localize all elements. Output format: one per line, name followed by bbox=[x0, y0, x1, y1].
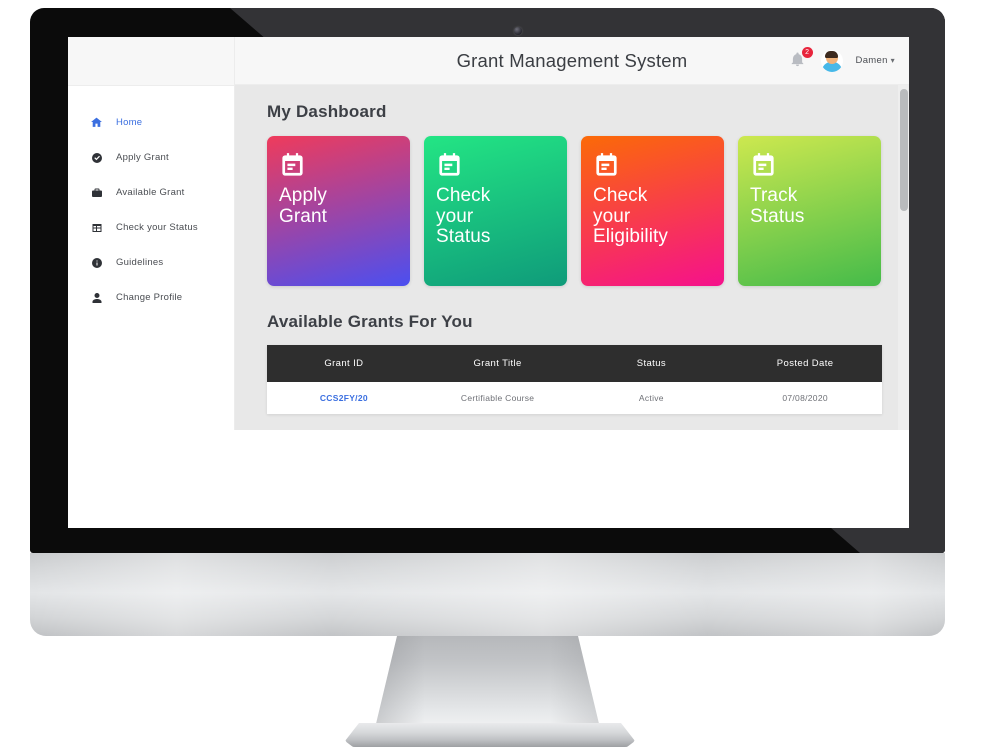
monitor-chin bbox=[30, 553, 945, 636]
table-icon bbox=[88, 222, 105, 234]
topbar: Grant Management System 2 Damen ▾ bbox=[235, 37, 909, 85]
dashboard-heading: My Dashboard bbox=[267, 102, 387, 121]
table-header: Grant ID Grant Title Status Posted Date bbox=[267, 345, 882, 382]
sidebar-item-label: Apply Grant bbox=[116, 152, 169, 163]
sidebar-item-available-grant[interactable]: Available Grant bbox=[68, 182, 234, 203]
sidebar-header bbox=[68, 37, 234, 86]
card-label: Apply Grant bbox=[279, 185, 328, 227]
avatar-hair bbox=[825, 50, 839, 58]
chevron-down-icon: ▾ bbox=[890, 56, 895, 65]
webcam-icon bbox=[514, 27, 522, 35]
card-label: Check your Status bbox=[436, 185, 491, 248]
dashboard-cards: Apply Grant Check your Status Check your… bbox=[267, 136, 887, 286]
cell-status: Active bbox=[574, 382, 729, 414]
sidebar-item-check-your-status[interactable]: Check your Status bbox=[68, 217, 234, 238]
calendar-note-icon bbox=[279, 152, 306, 179]
app-frame: Home Apply Grant Available Grant Check y… bbox=[68, 37, 909, 430]
calendar-note-icon bbox=[593, 152, 620, 179]
column-posted-date: Posted Date bbox=[728, 345, 882, 382]
sidebar-item-label: Home bbox=[116, 117, 143, 128]
sidebar-item-label: Guidelines bbox=[116, 257, 164, 268]
main-column: Grant Management System 2 Damen ▾ My Das… bbox=[235, 37, 909, 430]
user-menu[interactable]: Damen ▾ bbox=[856, 55, 895, 66]
info-circle-icon bbox=[88, 257, 105, 269]
person-icon bbox=[88, 292, 105, 304]
application-window: Home Apply Grant Available Grant Check y… bbox=[68, 37, 909, 528]
screenshot-scene: Home Apply Grant Available Grant Check y… bbox=[0, 0, 1000, 755]
avatar[interactable] bbox=[820, 49, 843, 72]
cell-grant-id[interactable]: CCS2FY/20 bbox=[267, 382, 421, 414]
sidebar-nav: Home Apply Grant Available Grant Check y… bbox=[68, 86, 234, 308]
card-track-status[interactable]: Track Status bbox=[738, 136, 881, 286]
scrollbar-thumb[interactable] bbox=[900, 89, 908, 211]
column-status: Status bbox=[574, 345, 729, 382]
sidebar-item-label: Check your Status bbox=[116, 222, 198, 233]
column-grant-title: Grant Title bbox=[420, 345, 575, 382]
table-row: CCS2FY/20 Certifiable Course Active 07/0… bbox=[267, 382, 882, 414]
card-label: Track Status bbox=[750, 185, 805, 227]
monitor-screen: Home Apply Grant Available Grant Check y… bbox=[68, 37, 909, 528]
table-header-row: Grant ID Grant Title Status Posted Date bbox=[267, 345, 882, 382]
sidebar-item-change-profile[interactable]: Change Profile bbox=[68, 287, 234, 308]
user-name-label: Damen bbox=[855, 55, 888, 66]
cell-posted-date: 07/08/2020 bbox=[728, 382, 882, 414]
home-icon bbox=[88, 116, 105, 129]
sidebar-item-label: Change Profile bbox=[116, 292, 183, 303]
dashboard-content: My Dashboard Apply Grant Check your Stat… bbox=[235, 85, 909, 430]
table-body: CCS2FY/20 Certifiable Course Active 07/0… bbox=[267, 382, 882, 414]
available-grants-table: Grant ID Grant Title Status Posted Date … bbox=[267, 345, 882, 414]
page-whitespace bbox=[68, 430, 909, 528]
card-check-your-status[interactable]: Check your Status bbox=[424, 136, 567, 286]
card-label: Check your Eligibility bbox=[593, 185, 669, 248]
sidebar-item-label: Available Grant bbox=[116, 187, 185, 198]
briefcase-icon bbox=[88, 187, 105, 199]
sidebar-item-apply-grant[interactable]: Apply Grant bbox=[68, 147, 234, 168]
cell-grant-title: Certifiable Course bbox=[420, 382, 575, 414]
notifications-button[interactable]: 2 bbox=[789, 47, 813, 71]
calendar-note-icon bbox=[750, 152, 777, 179]
sidebar-item-guidelines[interactable]: Guidelines bbox=[68, 252, 234, 273]
monitor-stand-foot bbox=[345, 723, 635, 747]
notification-badge: 2 bbox=[801, 47, 813, 58]
calendar-note-icon bbox=[436, 152, 463, 179]
sidebar-item-home[interactable]: Home bbox=[68, 112, 234, 133]
content-scrollbar[interactable] bbox=[898, 85, 909, 430]
card-check-your-eligibility[interactable]: Check your Eligibility bbox=[581, 136, 724, 286]
monitor-stand-neck bbox=[375, 636, 600, 728]
check-circle-icon bbox=[88, 152, 105, 164]
sidebar: Home Apply Grant Available Grant Check y… bbox=[68, 37, 235, 430]
card-apply-grant[interactable]: Apply Grant bbox=[267, 136, 410, 286]
available-grants-heading: Available Grants For You bbox=[267, 312, 473, 331]
topbar-actions: 2 Damen ▾ bbox=[789, 47, 895, 72]
column-grant-id: Grant ID bbox=[267, 345, 421, 382]
